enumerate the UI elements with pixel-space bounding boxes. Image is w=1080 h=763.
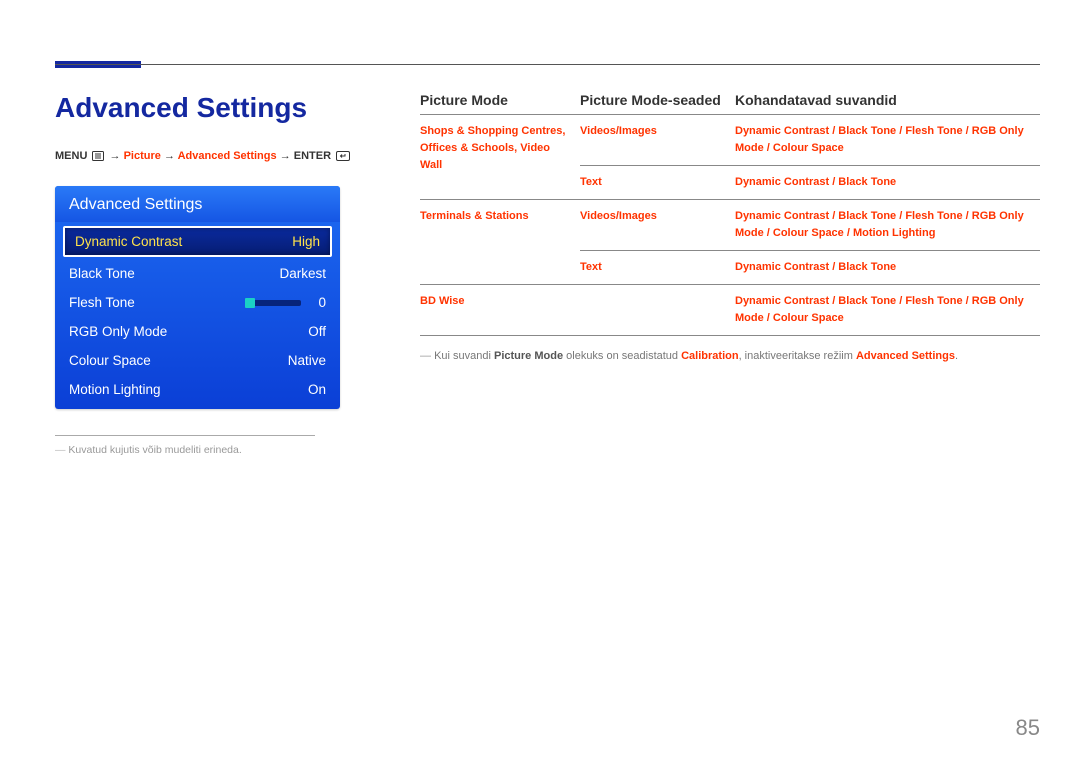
osd-title: Advanced Settings	[55, 186, 340, 222]
cell-options: Dynamic Contrast / Black Tone / Flesh To…	[735, 200, 1040, 251]
cell-picture-mode: Terminals & Stations	[420, 200, 580, 285]
cell-picture-mode: BD Wise	[420, 285, 580, 336]
cell-options: Dynamic Contrast / Black Tone / Flesh To…	[735, 115, 1040, 166]
breadcrumb: MENU → Picture → Advanced Settings → ENT…	[55, 150, 370, 164]
cell-seaded: Text	[580, 251, 735, 285]
osd-row-motion-lighting[interactable]: Motion Lighting On	[55, 375, 340, 409]
osd-label: Motion Lighting	[69, 382, 161, 397]
osd-value: Darkest	[279, 266, 326, 281]
note-red: Calibration	[681, 350, 738, 362]
table-row: Terminals & Stations Videos/Images Dynam…	[420, 200, 1040, 251]
page-content: Advanced Settings MENU → Picture → Advan…	[55, 92, 1040, 456]
footnote-rule	[55, 435, 315, 436]
note-text: olekuks on seadistatud	[563, 350, 681, 362]
breadcrumb-enter: ENTER	[294, 150, 331, 162]
cell-seaded	[580, 285, 735, 336]
osd-value: High	[292, 234, 320, 249]
osd-row-dynamic-contrast[interactable]: Dynamic Contrast High	[63, 226, 332, 257]
osd-value: On	[308, 382, 326, 397]
cell-seaded: Videos/Images	[580, 115, 735, 166]
breadcrumb-picture: Picture	[124, 150, 161, 162]
bc-arrow1: →	[110, 150, 121, 162]
header-rule	[55, 64, 1040, 65]
left-column: Advanced Settings MENU → Picture → Advan…	[55, 92, 370, 456]
breadcrumb-advanced: Advanced Settings	[178, 150, 277, 162]
breadcrumb-menu: MENU	[55, 150, 87, 162]
osd-value: Off	[308, 324, 326, 339]
options-table: Shops & Shopping Centres, Offices & Scho…	[420, 114, 1040, 336]
osd-row-black-tone[interactable]: Black Tone Darkest	[55, 259, 340, 288]
osd-value: 0	[318, 295, 326, 310]
osd-label: Flesh Tone	[69, 295, 135, 310]
cell-picture-mode: Shops & Shopping Centres, Offices & Scho…	[420, 115, 580, 200]
osd-label: RGB Only Mode	[69, 324, 167, 339]
note-bold: Picture Mode	[494, 350, 563, 362]
note-text: Kui suvandi	[434, 350, 494, 362]
cell-options: Dynamic Contrast / Black Tone	[735, 166, 1040, 200]
cell-seaded: Videos/Images	[580, 200, 735, 251]
right-column: Picture Mode Picture Mode-seaded Kohanda…	[420, 92, 1040, 456]
osd-row-rgb-only[interactable]: RGB Only Mode Off	[55, 317, 340, 346]
enter-icon	[336, 151, 350, 164]
calibration-note: Kui suvandi Picture Mode olekuks on sead…	[420, 348, 1040, 365]
header-picture-mode-seaded: Picture Mode-seaded	[580, 92, 735, 108]
page-number: 85	[1016, 715, 1040, 741]
osd-label: Dynamic Contrast	[75, 234, 182, 249]
header-kohandatavad: Kohandatavad suvandid	[735, 92, 1040, 108]
header-picture-mode: Picture Mode	[420, 92, 580, 108]
footnote-left: Kuvatud kujutis võib mudeliti erineda.	[55, 444, 370, 456]
osd-value: Native	[288, 353, 326, 368]
osd-row-flesh-tone[interactable]: Flesh Tone 0	[55, 288, 340, 317]
table-row: BD Wise Dynamic Contrast / Black Tone / …	[420, 285, 1040, 336]
menu-icon	[92, 151, 104, 164]
page-title: Advanced Settings	[55, 92, 370, 124]
slider-track[interactable]	[245, 300, 301, 306]
osd-panel: Advanced Settings Dynamic Contrast High …	[55, 186, 340, 409]
osd-label: Colour Space	[69, 353, 151, 368]
bc-arrow2: →	[164, 150, 175, 162]
osd-row-colour-space[interactable]: Colour Space Native	[55, 346, 340, 375]
note-text: , inaktiveeritakse režiim	[739, 350, 856, 362]
cell-seaded: Text	[580, 166, 735, 200]
slider-knob[interactable]	[245, 298, 255, 308]
osd-label: Black Tone	[69, 266, 135, 281]
note-red: Advanced Settings	[856, 350, 955, 362]
cell-options: Dynamic Contrast / Black Tone	[735, 251, 1040, 285]
table-headers: Picture Mode Picture Mode-seaded Kohanda…	[420, 92, 1040, 114]
table-row: Shops & Shopping Centres, Offices & Scho…	[420, 115, 1040, 166]
cell-options: Dynamic Contrast / Black Tone / Flesh To…	[735, 285, 1040, 336]
osd-value-wrap: 0	[245, 295, 326, 310]
note-text: .	[955, 350, 958, 362]
bc-arrow3: →	[280, 150, 291, 162]
